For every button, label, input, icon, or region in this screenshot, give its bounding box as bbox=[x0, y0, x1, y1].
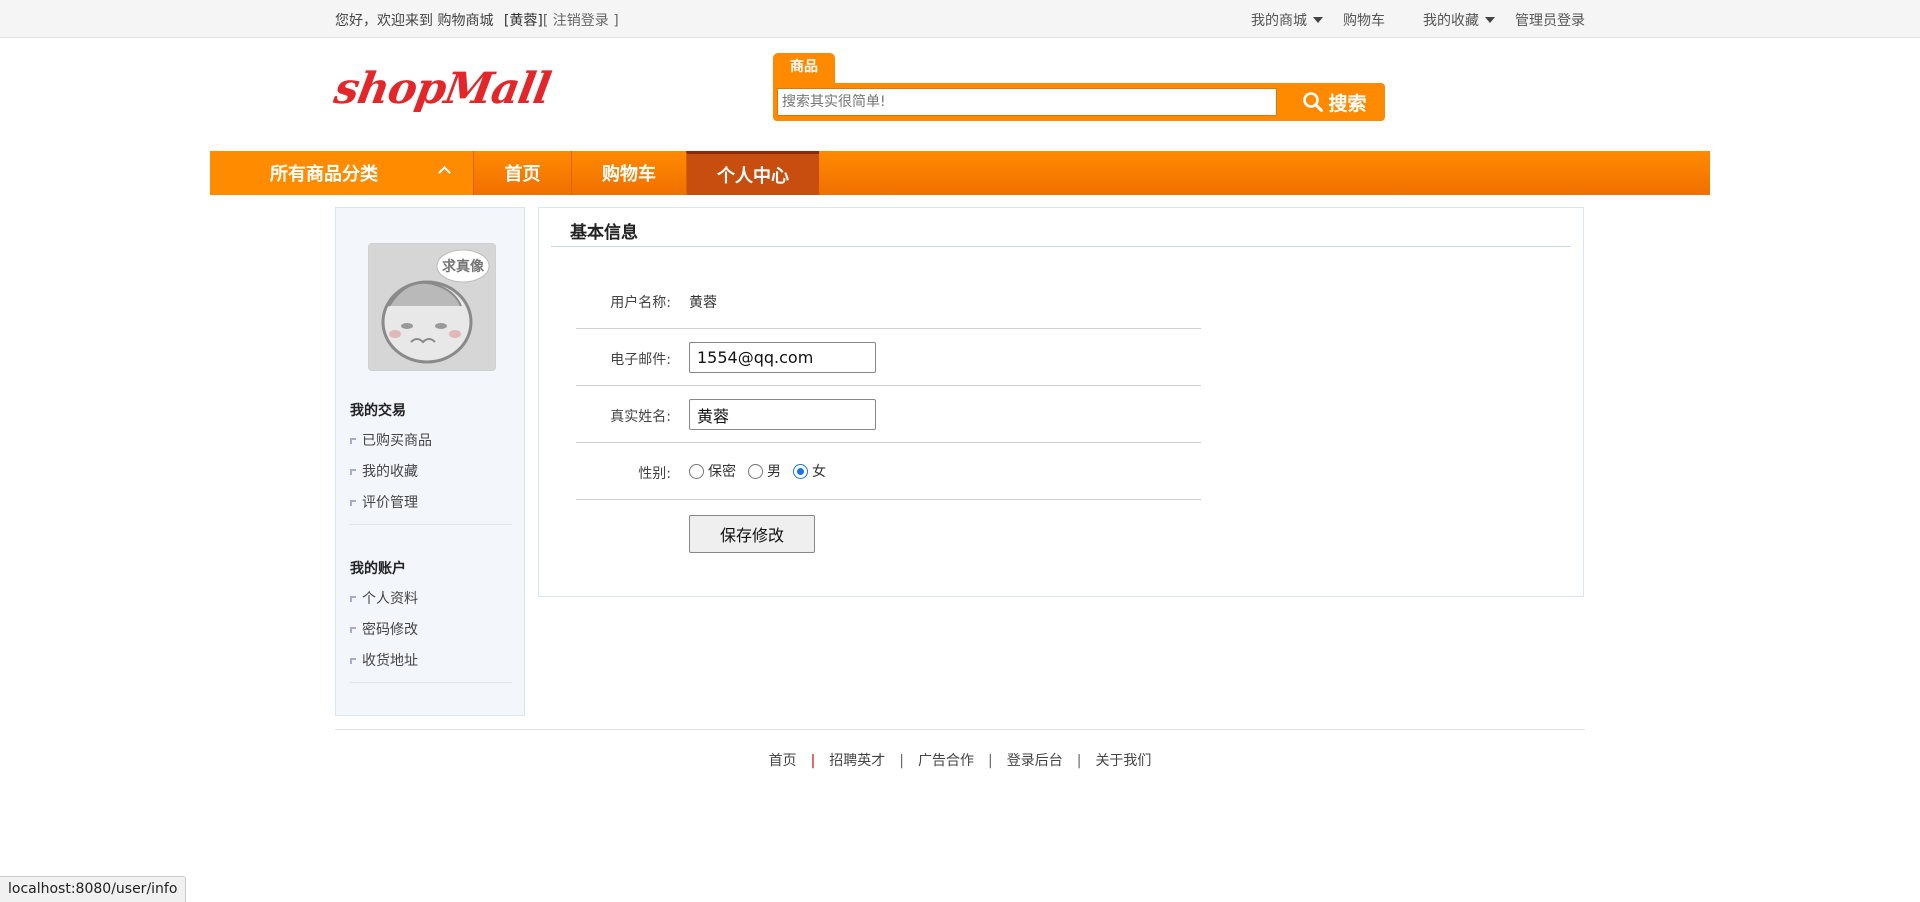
nav-home[interactable]: 首页 bbox=[473, 151, 571, 195]
my-favorites-menu[interactable]: 我的收藏 bbox=[1423, 10, 1495, 30]
sidebar-link-address[interactable]: 收货地址 bbox=[350, 651, 512, 682]
form-row-username: 用户名称: 黄蓉 bbox=[576, 272, 1201, 329]
current-username: [黄蓉] bbox=[503, 13, 543, 29]
footer-link-about[interactable]: 关于我们 bbox=[1095, 753, 1151, 769]
search-input[interactable] bbox=[777, 88, 1277, 116]
gender-radio-group: 保密 男 女 bbox=[689, 461, 826, 481]
sidebar: 求真像 我的交易 已购买商品 我的收藏 评价管理 我的账户 个人资料 密码修改 … bbox=[335, 207, 525, 716]
basic-info-panel: 基本信息 用户名称: 黄蓉 电子邮件: 真实姓名: 性别: 保密 男 女 bbox=[538, 207, 1584, 597]
username-value: 黄蓉 bbox=[689, 295, 717, 311]
logout-link[interactable]: [ 注销登录 ] bbox=[543, 13, 619, 29]
welcome-text: 您好，欢迎来到 购物商城 [黄蓉][ 注销登录 ] bbox=[335, 13, 619, 29]
form-row-realname: 真实姓名: bbox=[576, 386, 1201, 443]
sidebar-link-password[interactable]: 密码修改 bbox=[350, 620, 512, 651]
my-mall-menu[interactable]: 我的商城 bbox=[1251, 10, 1323, 30]
status-url: localhost:8080/user/info bbox=[0, 876, 187, 902]
top-menu: 我的商城 购物车 我的收藏 管理员登录 bbox=[1251, 10, 1585, 30]
footer-link-jobs[interactable]: 招聘英才 bbox=[829, 753, 885, 769]
all-categories-menu[interactable]: 所有商品分类 bbox=[210, 151, 473, 195]
avatar: 求真像 bbox=[368, 243, 496, 371]
footer-link-ads[interactable]: 广告合作 bbox=[918, 753, 974, 769]
divider bbox=[350, 682, 512, 683]
caret-down-icon bbox=[1313, 17, 1323, 23]
search-button[interactable]: 搜索 bbox=[1287, 86, 1382, 118]
footer-links: 首页 | 招聘英才 | 广告合作 | 登录后台 | 关于我们 bbox=[768, 753, 1152, 769]
divider bbox=[551, 246, 1571, 247]
gender-radio-female[interactable]: 女 bbox=[793, 461, 826, 481]
sidebar-section-account: 我的账户 个人资料 密码修改 收货地址 bbox=[350, 558, 512, 683]
footer-link-admin[interactable]: 登录后台 bbox=[1007, 753, 1063, 769]
avatar-placeholder-icon: 求真像 bbox=[369, 244, 495, 370]
realname-field[interactable] bbox=[689, 399, 876, 430]
gender-radio-secret[interactable]: 保密 bbox=[689, 461, 736, 481]
sidebar-link-reviews[interactable]: 评价管理 bbox=[350, 493, 512, 524]
divider bbox=[350, 524, 512, 525]
top-bar: 您好，欢迎来到 购物商城 [黄蓉][ 注销登录 ] 我的商城 购物车 我的收藏 … bbox=[0, 0, 1920, 38]
email-field[interactable] bbox=[689, 342, 876, 373]
sidebar-section-trades: 我的交易 已购买商品 我的收藏 评价管理 bbox=[350, 400, 512, 525]
header: shopMall 商品 搜索 bbox=[0, 38, 1920, 151]
nav-personal-center[interactable]: 个人中心 bbox=[686, 151, 819, 195]
footer-link-home[interactable]: 首页 bbox=[769, 753, 797, 769]
form-row-email: 电子邮件: bbox=[576, 329, 1201, 386]
chevron-up-icon bbox=[438, 166, 451, 179]
sidebar-link-profile[interactable]: 个人资料 bbox=[350, 589, 512, 620]
admin-login-link[interactable]: 管理员登录 bbox=[1515, 10, 1585, 30]
save-button[interactable]: 保存修改 bbox=[689, 515, 815, 553]
shopmall-logo[interactable]: shopMall bbox=[331, 64, 554, 114]
sidebar-link-purchased[interactable]: 已购买商品 bbox=[350, 431, 512, 462]
gender-radio-male[interactable]: 男 bbox=[748, 461, 781, 481]
svg-text:求真像: 求真像 bbox=[442, 258, 485, 275]
page-title: 基本信息 bbox=[570, 223, 638, 243]
nav-cart[interactable]: 购物车 bbox=[571, 151, 686, 195]
form-row-gender: 性别: 保密 男 女 bbox=[576, 443, 1201, 500]
caret-down-icon bbox=[1485, 17, 1495, 23]
divider bbox=[335, 729, 1585, 730]
main-nav: 所有商品分类 首页 购物车 个人中心 bbox=[210, 151, 1710, 195]
search-tab-products[interactable]: 商品 bbox=[773, 53, 835, 83]
search-icon bbox=[1303, 92, 1324, 112]
cart-link[interactable]: 购物车 bbox=[1343, 10, 1385, 30]
search-box: 搜索 bbox=[773, 83, 1385, 121]
sidebar-link-favorites[interactable]: 我的收藏 bbox=[350, 462, 512, 493]
